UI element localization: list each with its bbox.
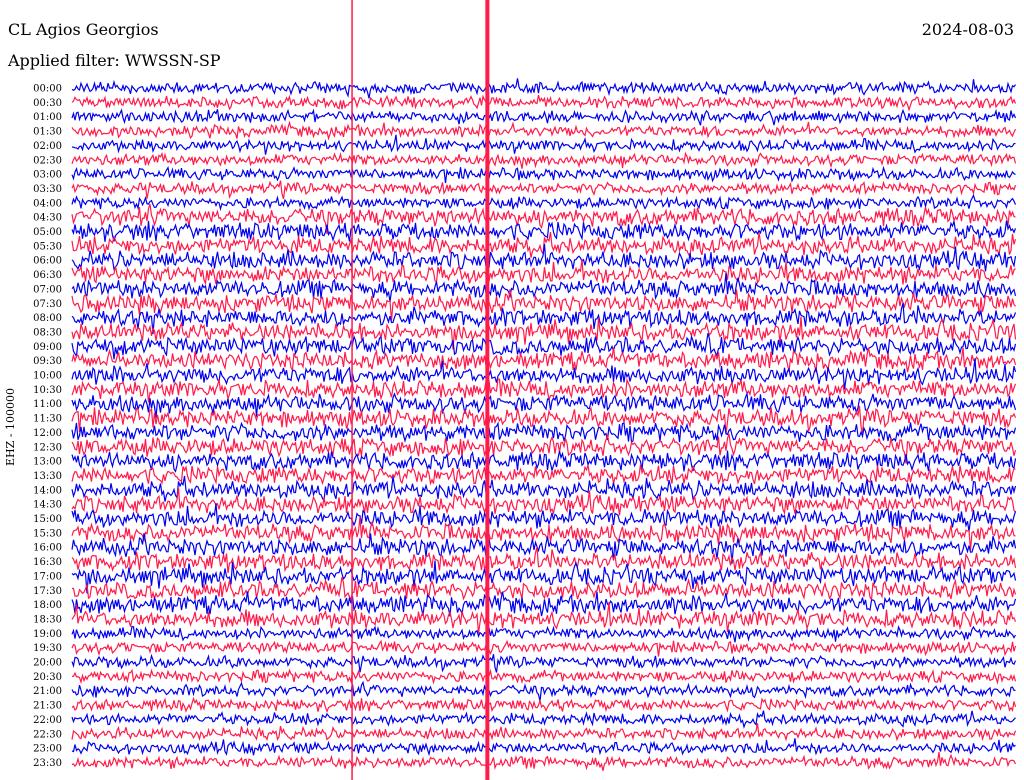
time-tick-label: 02:00 — [33, 141, 62, 152]
trace-row — [71, 108, 1017, 126]
time-tick-label: 15:00 — [33, 514, 62, 525]
time-tick-label: 04:00 — [33, 198, 62, 209]
time-tick-label: 03:30 — [33, 184, 62, 195]
time-tick-label: 06:00 — [33, 256, 62, 267]
time-tick-label: 19:30 — [33, 643, 62, 654]
trace-row — [71, 220, 1017, 243]
trace-row — [71, 120, 1017, 141]
time-tick-label: 21:30 — [33, 701, 62, 712]
trace-row — [71, 639, 1017, 657]
time-tick-label: 00:30 — [33, 98, 62, 109]
time-tick-label: 23:30 — [33, 758, 62, 769]
time-tick-label: 00:00 — [33, 84, 62, 95]
trace-row — [71, 134, 1016, 155]
trace-row — [71, 625, 1017, 643]
trace-row — [71, 193, 1017, 212]
trace-row — [71, 710, 1016, 729]
trace-row — [71, 464, 1016, 486]
time-tick-label: 22:30 — [33, 729, 62, 740]
tick-label-group: 00:00 00:30 01:00 01:30 02:00 02:30 03:00 03:30… — [33, 84, 62, 769]
time-tick-label: 11:00 — [33, 399, 62, 410]
trace-row — [71, 475, 1017, 503]
time-tick-label: 07:30 — [33, 299, 62, 310]
time-tick-label: 16:00 — [33, 543, 62, 554]
trace-row — [71, 165, 1016, 184]
time-tick-label: 08:00 — [33, 313, 62, 324]
time-tick-label: 13:00 — [33, 457, 62, 468]
time-tick-label: 22:00 — [33, 715, 62, 726]
time-tick-label: 15:30 — [33, 528, 62, 539]
trace-row — [71, 450, 1017, 473]
time-tick-label: 23:00 — [33, 744, 62, 755]
time-tick-label: 21:00 — [33, 686, 62, 697]
trace-row — [71, 738, 1016, 757]
time-tick-label: 20:00 — [33, 658, 62, 669]
time-tick-label: 01:30 — [33, 127, 62, 138]
time-tick-label: 12:00 — [33, 428, 62, 439]
time-tick-label: 13:30 — [33, 471, 62, 482]
trace-row — [71, 696, 1017, 714]
trace-row — [71, 668, 1017, 685]
trace-group — [71, 78, 1017, 771]
time-tick-label: 14:30 — [33, 500, 62, 511]
trace-row — [71, 151, 1017, 169]
time-tick-label: 20:30 — [33, 672, 62, 683]
time-tick-label: 07:00 — [33, 284, 62, 295]
time-tick-label: 12:30 — [33, 442, 62, 453]
time-tick-label: 16:30 — [33, 557, 62, 568]
time-tick-label: 05:30 — [33, 241, 62, 252]
time-tick-label: 05:00 — [33, 227, 62, 238]
trace-row — [71, 94, 1017, 112]
time-tick-label: 10:00 — [33, 371, 62, 382]
time-tick-label: 17:00 — [33, 571, 62, 582]
trace-row — [71, 653, 1017, 673]
trace-row — [71, 78, 1016, 99]
time-tick-label: 08:30 — [33, 327, 62, 338]
time-tick-label: 02:30 — [33, 155, 62, 166]
time-tick-label: 09:00 — [33, 342, 62, 353]
time-tick-label: 17:30 — [33, 586, 62, 597]
trace-row — [71, 680, 1016, 702]
time-tick-label: 11:30 — [33, 414, 62, 425]
time-tick-label: 10:30 — [33, 385, 62, 396]
trace-row — [71, 347, 1017, 373]
time-tick-label: 18:00 — [33, 600, 62, 611]
time-tick-label: 04:30 — [33, 213, 62, 224]
helicorder-plot: 00:00 00:30 01:00 01:30 02:00 02:30 03:00 03:30… — [33, 0, 1017, 780]
time-tick-label: 18:30 — [33, 614, 62, 625]
time-tick-label: 06:30 — [33, 270, 62, 281]
trace-row — [71, 180, 1017, 200]
time-tick-label: 03:00 — [33, 170, 62, 181]
time-tick-label: 01:00 — [33, 112, 62, 123]
time-tick-label: 14:00 — [33, 485, 62, 496]
trace-row — [71, 752, 1017, 771]
trace-row — [71, 723, 1017, 742]
trace-row — [71, 591, 1017, 617]
time-tick-label: 09:30 — [33, 356, 62, 367]
trace-row — [71, 421, 1017, 443]
time-tick-label: 19:00 — [33, 629, 62, 640]
